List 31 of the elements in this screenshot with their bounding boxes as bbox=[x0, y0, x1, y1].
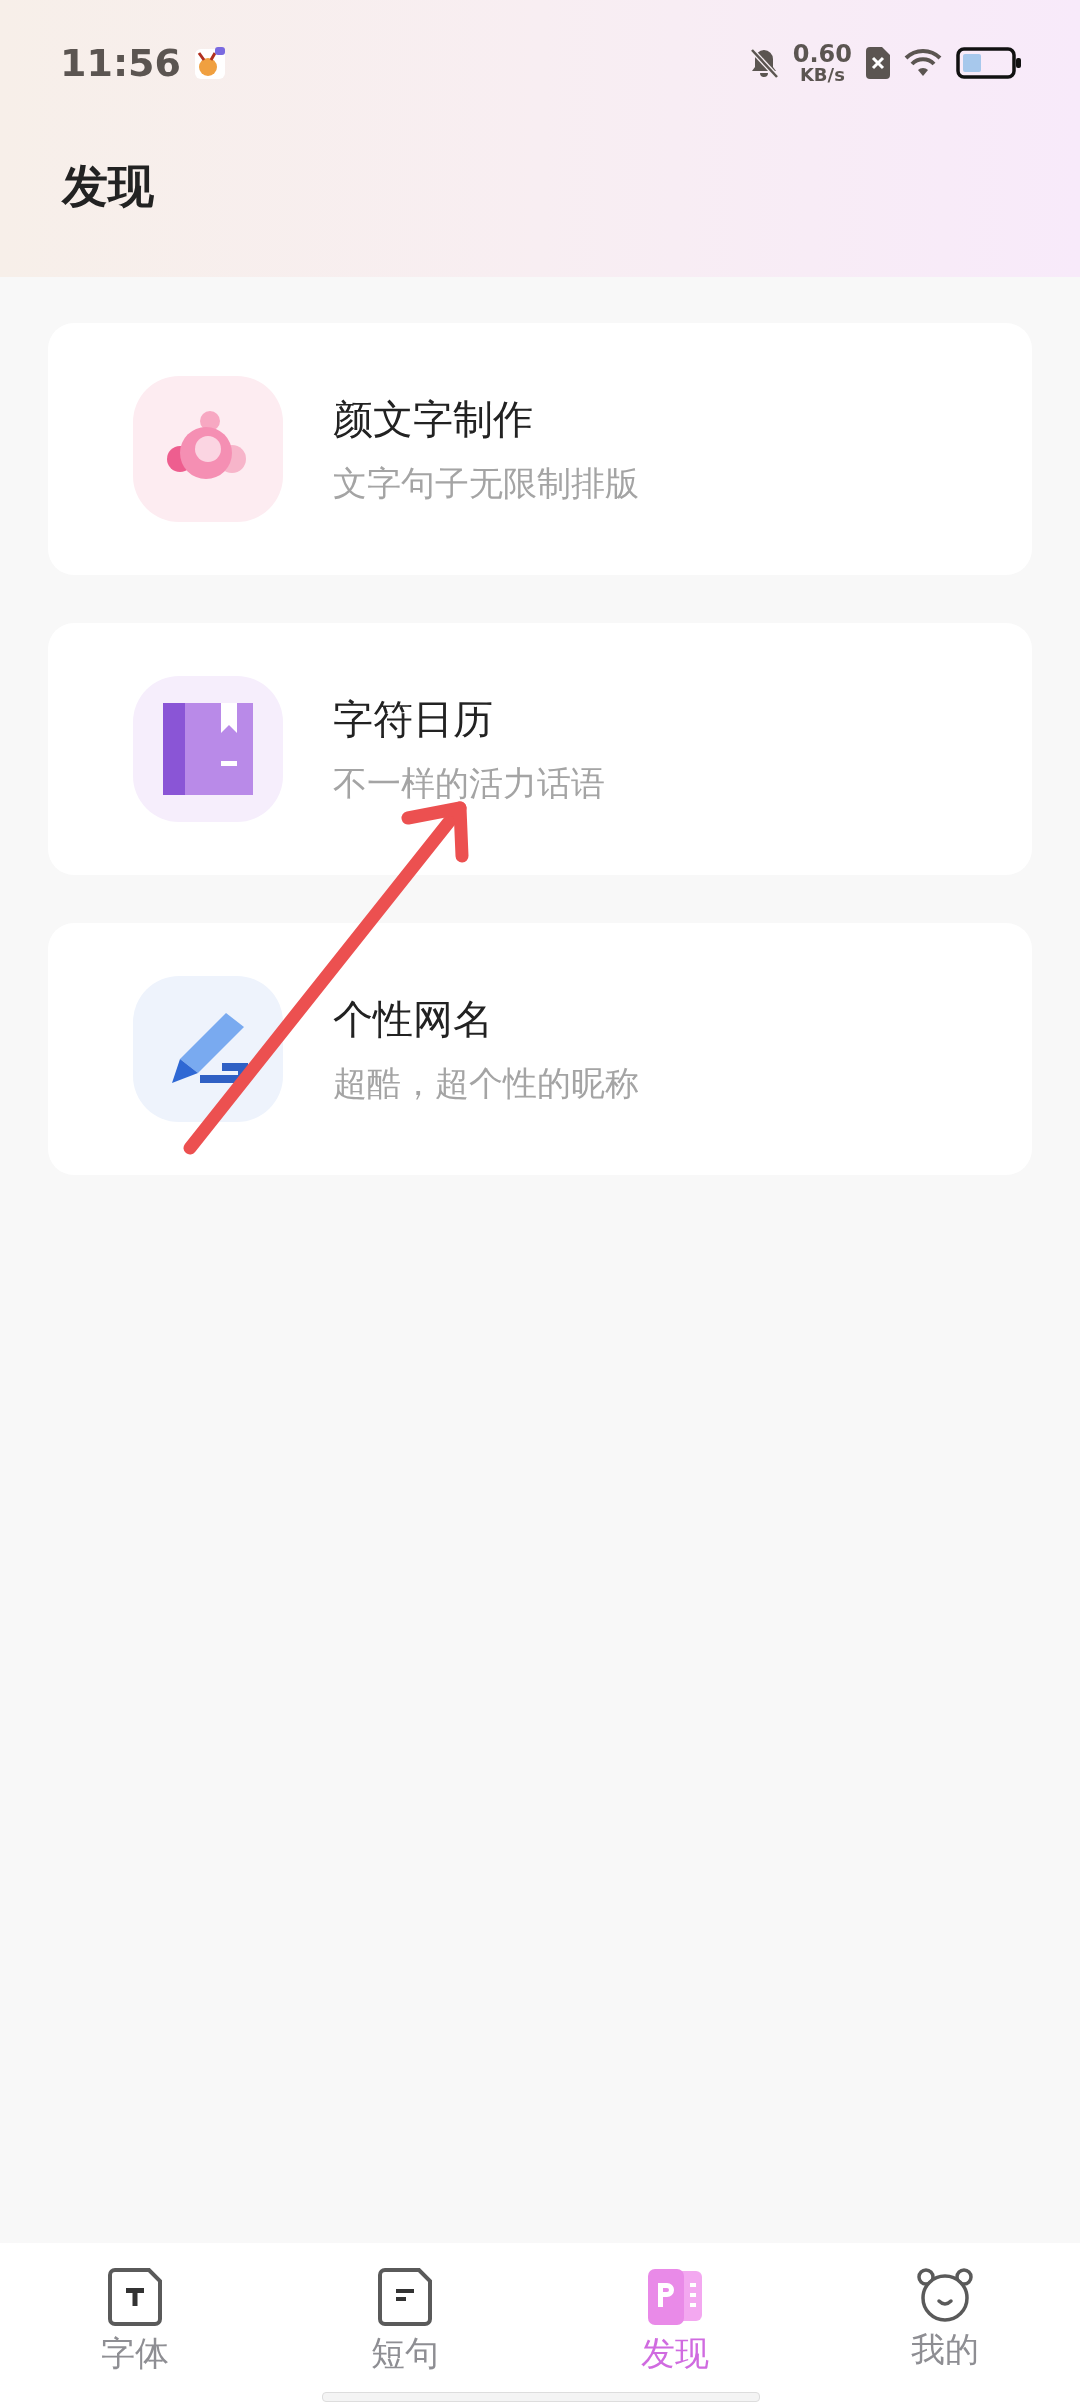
tab-label: 字体 bbox=[101, 2332, 169, 2375]
sim-card-off-icon bbox=[866, 47, 890, 79]
tab[interactable]: 短句 bbox=[270, 2243, 540, 2408]
tab[interactable]: 我的 bbox=[810, 2243, 1080, 2408]
card-subtitle: 不一样的活力话语 bbox=[333, 761, 605, 805]
feature-card[interactable]: 个性网名 超酷，超个性的昵称 bbox=[48, 923, 1032, 1175]
card-subtitle: 超酷，超个性的昵称 bbox=[333, 1061, 639, 1105]
tab-label: 我的 bbox=[911, 2328, 979, 2371]
card-title: 字符日历 bbox=[333, 694, 494, 744]
bear-icon bbox=[916, 2267, 974, 2323]
status-time: 11:56 bbox=[60, 41, 181, 85]
tab-label: 短句 bbox=[371, 2332, 439, 2375]
app-notification-icon bbox=[194, 47, 225, 79]
speed-unit: KB/s bbox=[799, 66, 845, 84]
page-title: 发现 bbox=[60, 158, 155, 215]
feature-card[interactable]: 颜文字制作 文字句子无限制排版 bbox=[48, 323, 1032, 575]
card-title: 个性网名 bbox=[333, 994, 494, 1044]
book-icon bbox=[163, 703, 253, 795]
bell-muted-icon bbox=[748, 47, 779, 79]
speed-value: 0.60 bbox=[792, 42, 852, 66]
card-subtitle: 文字句子无限制排版 bbox=[333, 461, 639, 505]
feature-card[interactable]: 字符日历 不一样的活力话语 bbox=[48, 623, 1032, 875]
tab-label: 发现 bbox=[641, 2332, 709, 2375]
tab[interactable]: 字体 bbox=[0, 2243, 270, 2408]
discover-icon bbox=[646, 2267, 704, 2327]
wifi-icon bbox=[904, 48, 942, 78]
tab[interactable]: 发现 bbox=[540, 2243, 810, 2408]
sentence-icon bbox=[377, 2267, 433, 2327]
card-title: 颜文字制作 bbox=[333, 394, 534, 444]
font-icon bbox=[107, 2267, 163, 2327]
battery-icon bbox=[956, 47, 1022, 79]
